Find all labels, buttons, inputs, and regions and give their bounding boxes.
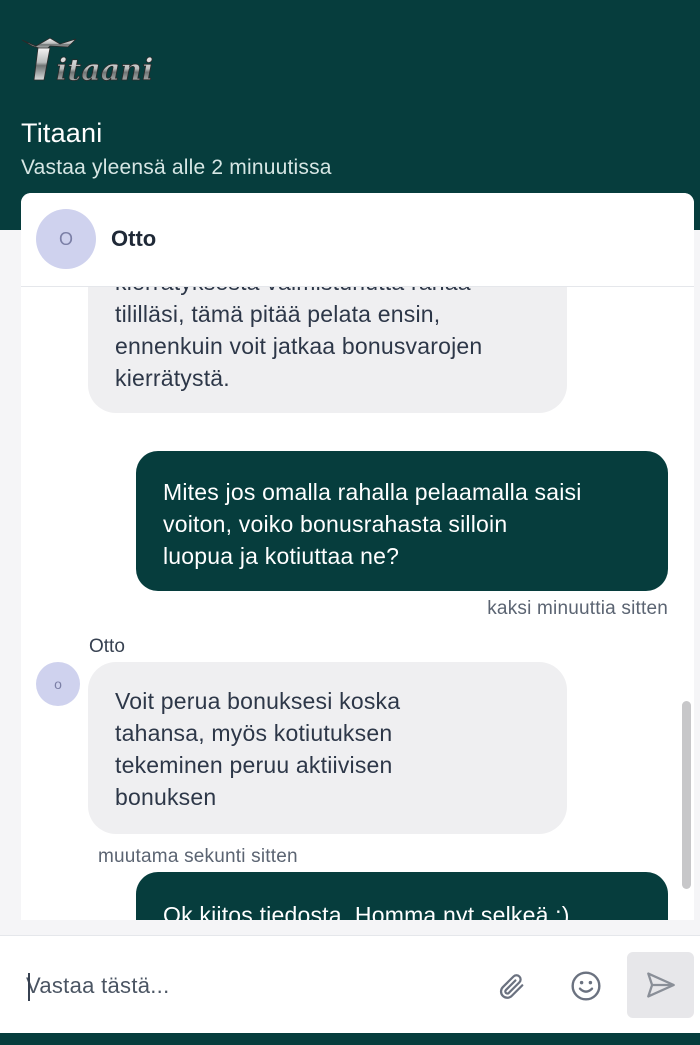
chat-panel: kierrätyksestä valmistunutta rahaa tilil… [21,193,694,920]
send-button[interactable] [627,952,694,1018]
smiley-icon [571,971,601,1001]
message-list[interactable]: kierrätyksestä valmistunutta rahaa tilil… [21,193,694,920]
attach-file-button[interactable] [491,966,531,1006]
send-arrow-icon [646,972,675,998]
titaani-logo: itaani [20,34,165,88]
text-caret [28,973,30,1001]
message-timestamp: kaksi minuuttia sitten [487,598,668,619]
message-line: Mites jos omalla rahalla pelaamalla sais… [163,479,582,505]
message-bubble-outgoing: Ok kiitos tiedosta. Homma nyt selkeä :) [136,872,668,920]
message-line: kierrätystä. [115,365,230,391]
logo-lettering: itaani [56,53,153,88]
agent-avatar: O [36,209,96,269]
message-line: luopua ja kotiuttaa ne? [163,543,400,569]
message-line: tekeminen peruu aktiivisen [115,752,393,778]
agent-bar: O Otto [21,193,694,287]
footer-bar [0,1033,700,1045]
message-line: ennenkuin voit jatkaa bonusvarojen [115,333,483,359]
message-timestamp: muutama sekunti sitten [98,846,298,867]
agent-name: Otto [111,226,157,251]
app-title: Titaani [21,118,103,148]
message-line: tahansa, myös kotiutuksen [115,720,393,746]
message-line: Ok kiitos tiedosta. Homma nyt selkeä :) [163,902,570,920]
message-line: tililläsi, tämä pitää pelata ensin, [115,301,441,327]
sender-avatar: o [36,662,80,706]
message-bubble-incoming: Voit perua bonuksesi koska tahansa, myös… [88,662,567,834]
message-line: voiton, voiko bonusrahasta silloin [163,511,508,537]
logo-image: itaani [21,37,154,88]
message-line: Voit perua bonuksesi koska [115,688,401,714]
message-bubble-outgoing: Mites jos omalla rahalla pelaamalla sais… [136,451,668,591]
paperclip-icon [499,974,524,999]
message-scrollbar[interactable] [682,701,691,889]
reply-input[interactable] [26,966,481,1006]
response-time-subtitle: Vastaa yleensä alle 2 minuutissa [21,156,332,179]
message-composer [0,935,700,1033]
sender-name: Otto [89,636,125,657]
emoji-button[interactable] [566,966,606,1006]
message-line: bonuksen [115,784,217,810]
